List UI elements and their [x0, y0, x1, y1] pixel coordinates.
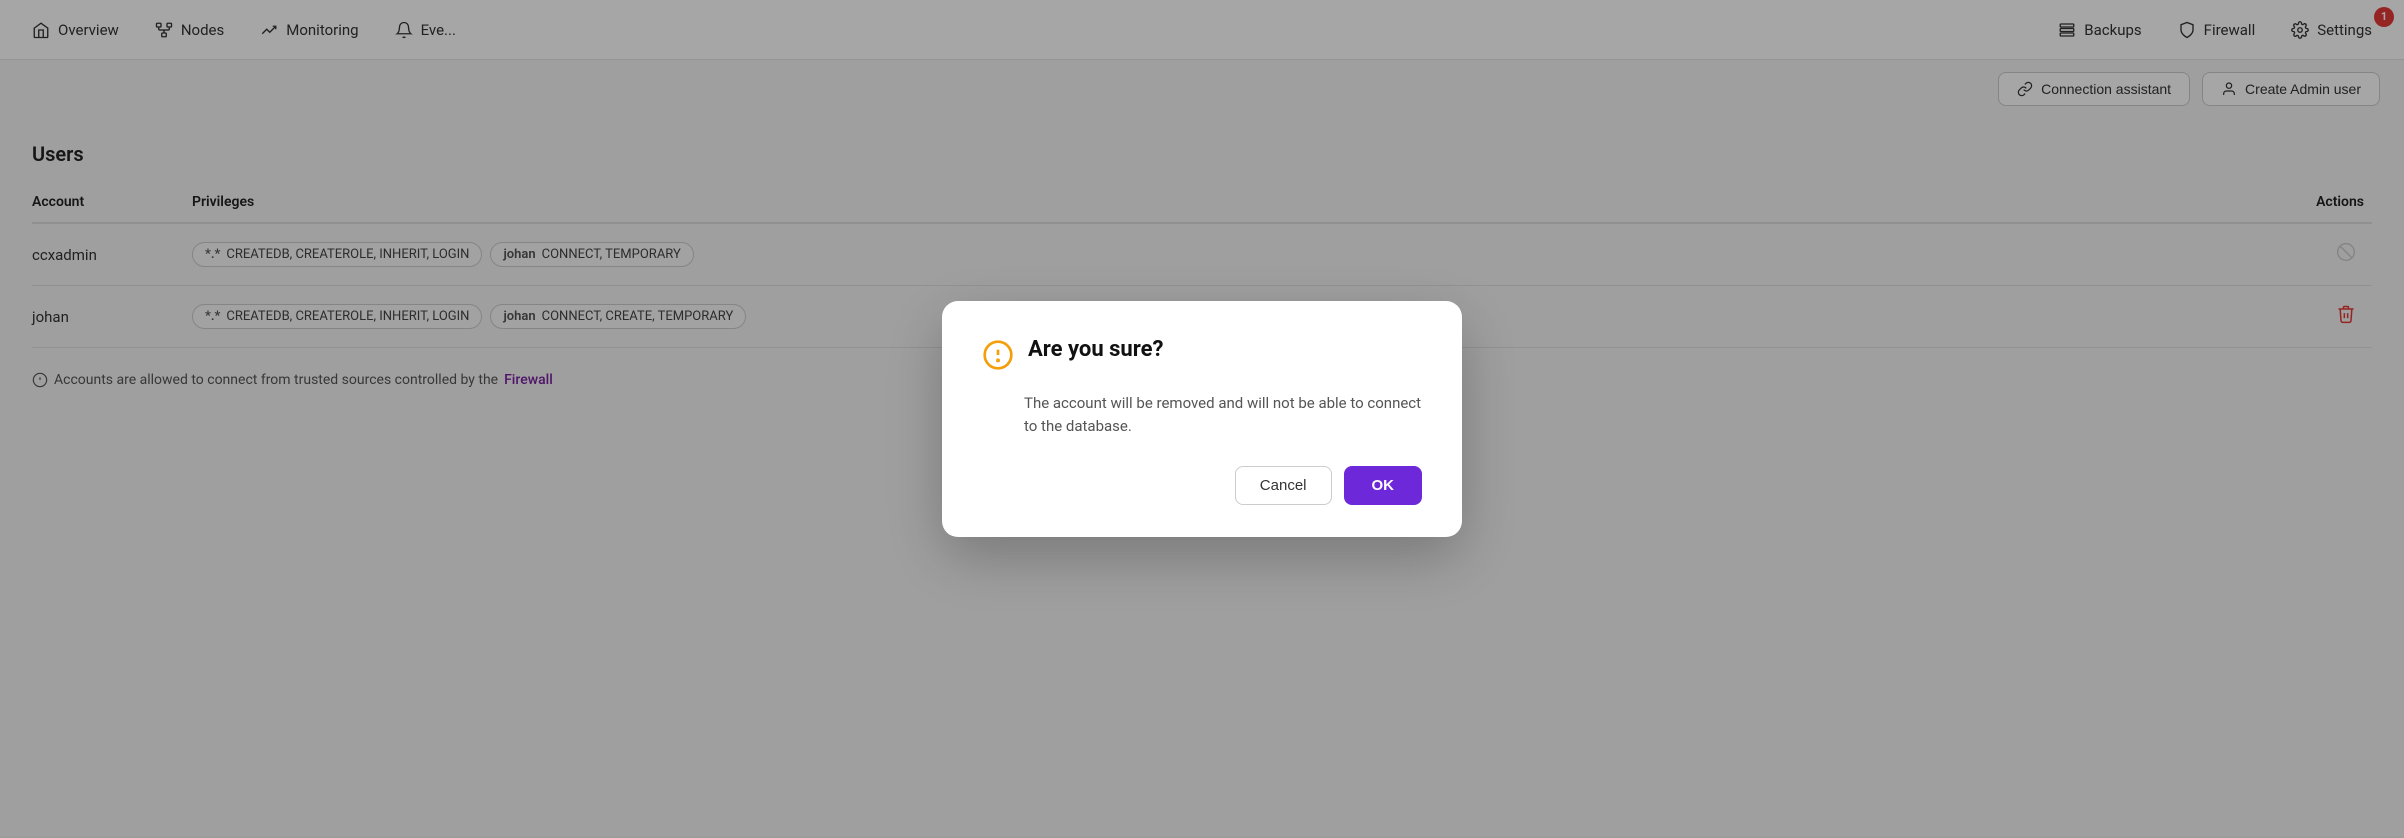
- modal-body: The account will be removed and will not…: [1024, 392, 1422, 439]
- modal-actions: Cancel OK: [982, 466, 1422, 505]
- confirmation-modal: Are you sure? The account will be remove…: [942, 301, 1462, 538]
- modal-header: Are you sure?: [982, 337, 1422, 376]
- cancel-button[interactable]: Cancel: [1235, 466, 1332, 505]
- modal-title: Are you sure?: [1028, 337, 1163, 363]
- warning-icon: [982, 339, 1014, 376]
- ok-button[interactable]: OK: [1344, 466, 1423, 505]
- modal-overlay[interactable]: Are you sure? The account will be remove…: [0, 0, 2404, 838]
